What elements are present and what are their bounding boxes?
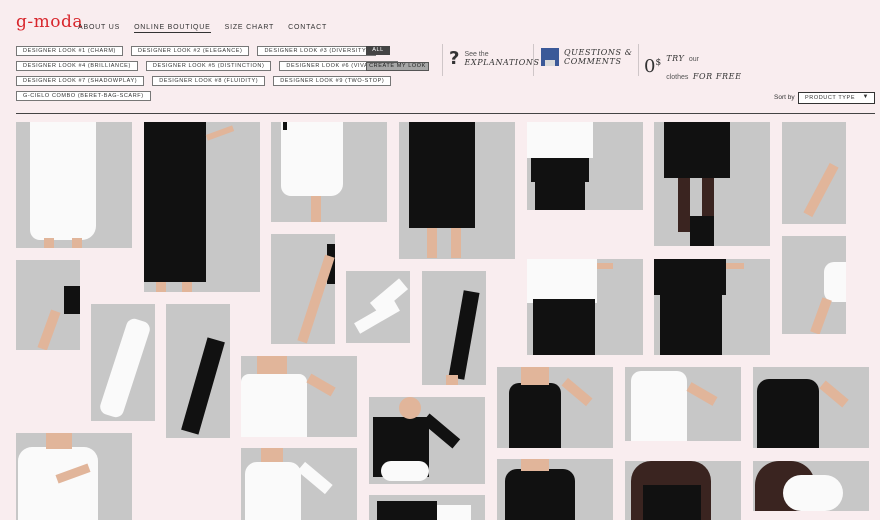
try-small-text: our: [688, 56, 699, 63]
try-big-text: TRY: [666, 54, 685, 63]
looks-row: G-CIELO COMBO (BERET-BAG-SCARF): [16, 91, 346, 101]
look-button[interactable]: DESIGNER LOOK #4 (BRILLIANCE): [16, 61, 138, 71]
looks-row: DESIGNER LOOK #4 (BRILLIANCE) DESIGNER L…: [16, 61, 399, 71]
divider: [638, 44, 639, 76]
product-tile[interactable]: [782, 236, 846, 334]
question-icon: ?: [449, 48, 460, 69]
product-tile[interactable]: [16, 433, 132, 520]
sort-selected-value: PRODUCT TYPE: [805, 95, 856, 101]
product-tile[interactable]: [497, 459, 613, 520]
divider: [533, 44, 534, 76]
product-tile[interactable]: [346, 271, 410, 343]
nav-online-boutique[interactable]: ONLINE BOUTIQUE: [134, 24, 211, 33]
explanations-text: See the EXPLANATIONS: [464, 51, 539, 67]
product-tile[interactable]: [369, 397, 485, 484]
designer-looks: DESIGNER LOOK #1 (CHARM) DESIGNER LOOK #…: [16, 46, 399, 106]
product-tile[interactable]: [625, 461, 741, 520]
product-tile[interactable]: [399, 122, 515, 259]
questions-text: QUESTIONS & COMMENTS: [564, 48, 632, 66]
product-tile[interactable]: [753, 367, 869, 448]
product-tile[interactable]: [654, 122, 770, 246]
clothes-small-text: clothes: [666, 74, 689, 81]
explanations-link[interactable]: ? See the EXPLANATIONS: [449, 48, 540, 69]
price-zero: 0$: [644, 55, 662, 77]
product-tile[interactable]: [422, 271, 486, 385]
product-tile[interactable]: [241, 356, 357, 437]
look-button[interactable]: DESIGNER LOOK #7 (SHADOWPLAY): [16, 76, 145, 86]
explain-small-text: See the: [464, 50, 489, 58]
divider: [442, 44, 443, 76]
questions-link[interactable]: QUESTIONS & COMMENTS: [541, 48, 632, 66]
product-tile[interactable]: [16, 260, 80, 350]
divider-rule: [16, 113, 875, 114]
free-big-text: FOR FREE: [692, 72, 742, 81]
sort-label: Sort by: [774, 94, 795, 101]
main-nav: ABOUT US ONLINE BOUTIQUE SIZE CHART CONT…: [78, 24, 327, 33]
product-tile[interactable]: [654, 259, 770, 355]
try-text: TRY our clothes FOR FREE: [666, 48, 741, 84]
explain-big-text: EXPLANATIONS: [464, 57, 540, 67]
chevron-down-icon: ▼: [862, 94, 869, 100]
product-tile[interactable]: [271, 234, 335, 344]
product-tile[interactable]: [753, 461, 869, 511]
try-free-link[interactable]: 0$ TRY our clothes FOR FREE: [644, 48, 742, 84]
nav-contact[interactable]: CONTACT: [288, 24, 327, 33]
nav-about-us[interactable]: ABOUT US: [78, 24, 120, 33]
look-button[interactable]: DESIGNER LOOK #9 (TWO-STOP): [273, 76, 392, 86]
all-button[interactable]: ALL: [366, 46, 390, 55]
look-button[interactable]: DESIGNER LOOK #5 (DISTINCTION): [145, 61, 272, 71]
look-button[interactable]: DESIGNER LOOK #1 (CHARM): [16, 46, 123, 56]
look-button[interactable]: G-CIELO COMBO (BERET-BAG-SCARF): [16, 91, 151, 101]
product-tile[interactable]: [271, 122, 387, 222]
product-tile[interactable]: [144, 122, 260, 292]
product-tile[interactable]: [782, 122, 846, 224]
looks-row: DESIGNER LOOK #7 (SHADOWPLAY) DESIGNER L…: [16, 76, 392, 86]
look-button[interactable]: DESIGNER LOOK #8 (FLUIDITY): [152, 76, 266, 86]
looks-row: DESIGNER LOOK #1 (CHARM) DESIGNER LOOK #…: [16, 46, 376, 56]
comments-big-text: COMMENTS: [564, 57, 622, 66]
product-tile[interactable]: [527, 259, 643, 355]
create-my-look-button[interactable]: CREATE MY LOOK: [366, 62, 429, 71]
product-tile[interactable]: [497, 367, 613, 448]
nav-size-chart[interactable]: SIZE CHART: [225, 24, 275, 33]
logo[interactable]: g-moda: [16, 12, 83, 32]
look-button[interactable]: DESIGNER LOOK #2 (ELEGANCE): [130, 46, 250, 56]
facebook-icon: [541, 48, 559, 66]
look-button[interactable]: DESIGNER LOOK #3 (DIVERSITY): [257, 46, 376, 56]
product-tile[interactable]: [527, 122, 643, 210]
product-tile[interactable]: [625, 367, 741, 441]
product-tile[interactable]: [241, 448, 357, 520]
product-tile[interactable]: [16, 122, 132, 248]
product-tile[interactable]: [91, 304, 155, 421]
sort-select[interactable]: PRODUCT TYPE ▼: [798, 92, 875, 104]
questions-big-text: QUESTIONS &: [564, 48, 633, 57]
product-tile[interactable]: [166, 304, 230, 438]
product-tile[interactable]: [369, 495, 485, 520]
